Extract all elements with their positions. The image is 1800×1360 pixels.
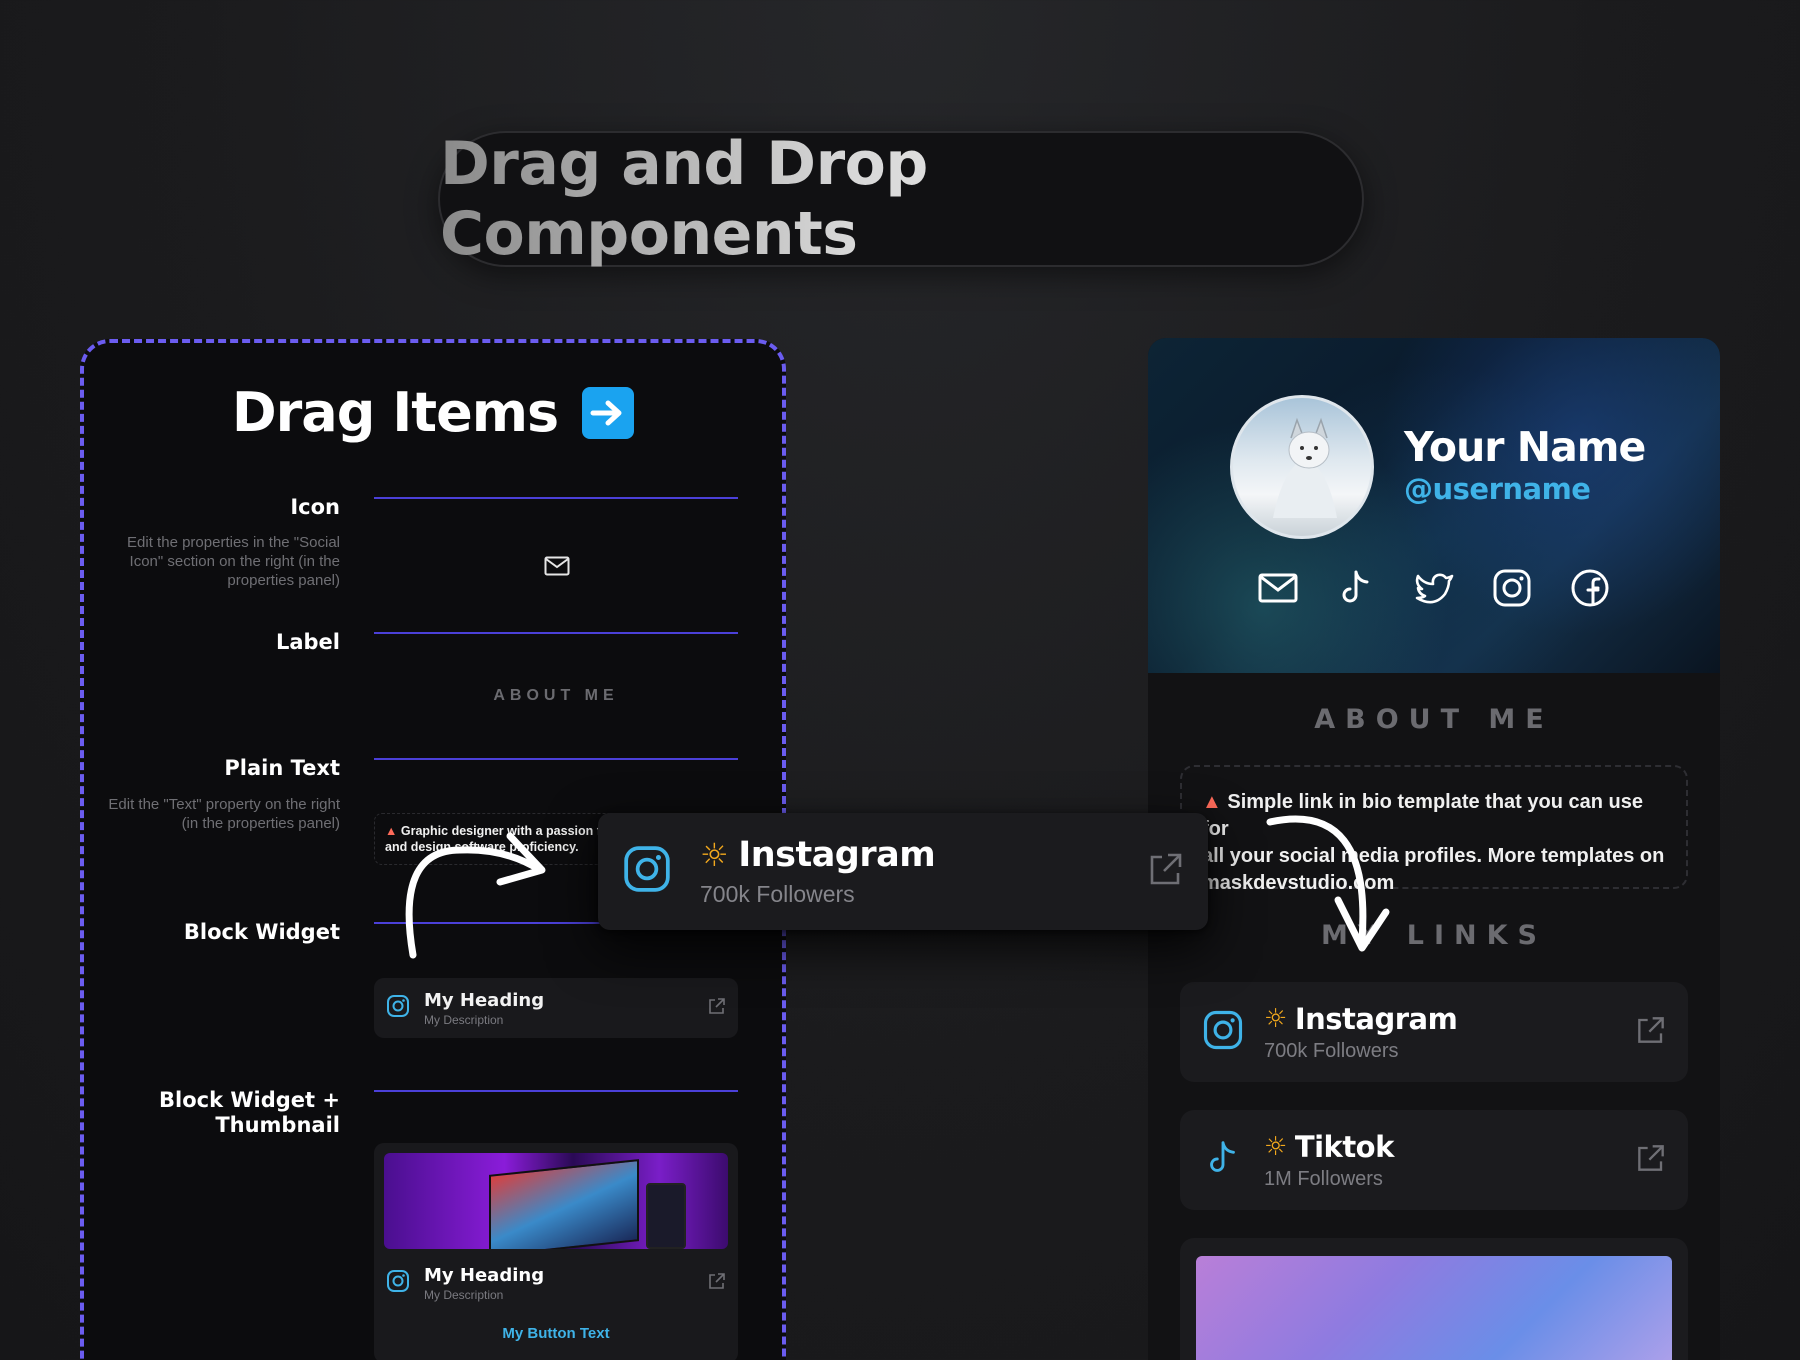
drag-arrows xyxy=(405,815,1390,959)
external-link-icon[interactable] xyxy=(1148,851,1184,892)
instagram-icon xyxy=(622,844,672,899)
dragged-card-subtitle: 700k Followers xyxy=(700,881,855,907)
drag-arrow-left xyxy=(405,846,544,959)
dragged-card-title: Instagram xyxy=(738,835,936,875)
fire-icon: ☼ xyxy=(700,836,729,874)
dragged-instagram-card[interactable]: ☼ Instagram 700k Followers xyxy=(598,813,1208,930)
